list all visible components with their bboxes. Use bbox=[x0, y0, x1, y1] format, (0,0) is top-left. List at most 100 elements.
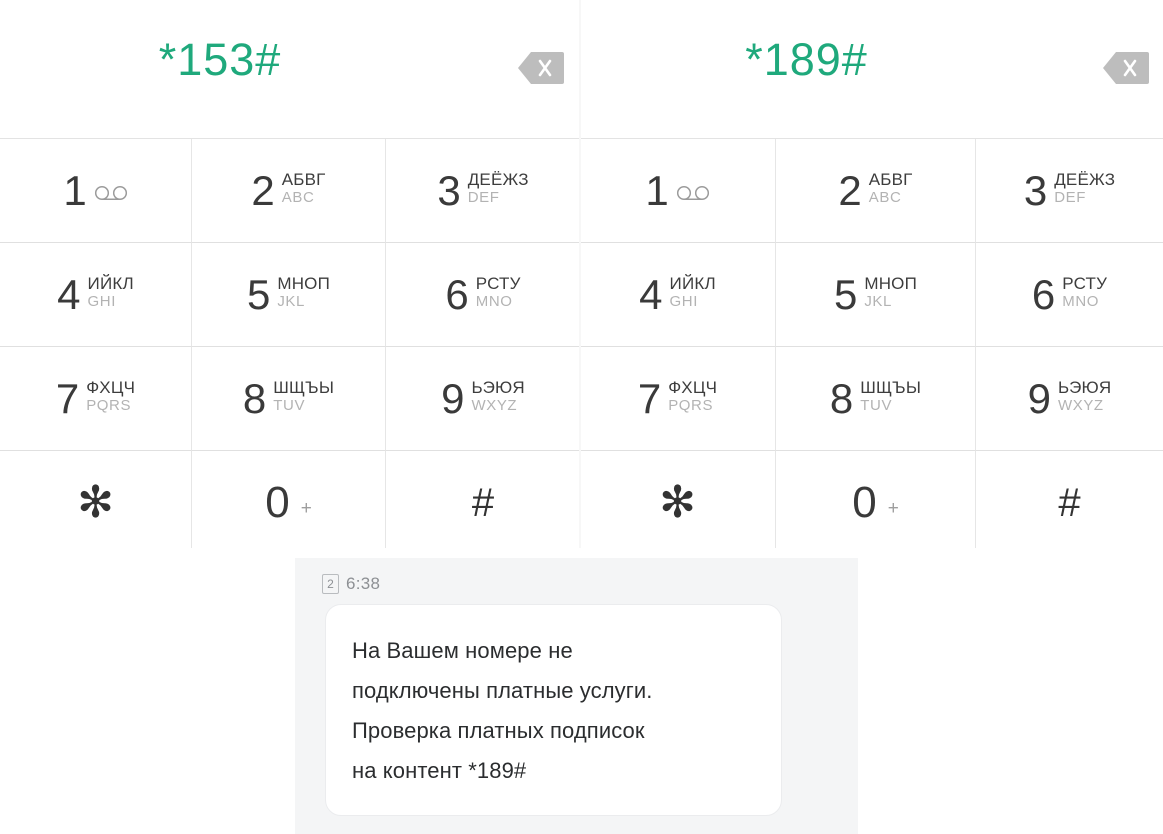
key-content: # bbox=[472, 480, 494, 526]
key-content: 9 ЬЭЮЯ WXYZ bbox=[441, 375, 525, 423]
key-6[interactable]: 6 РСТУ MNO bbox=[386, 243, 580, 347]
key-latin-letters: GHI bbox=[669, 293, 698, 311]
key-digit-label: 3 bbox=[1023, 166, 1048, 214]
key-2[interactable]: 2 АБВГ ABC bbox=[192, 139, 386, 243]
key-digit-label: 3 bbox=[437, 166, 461, 214]
key-digit-label: 8 bbox=[829, 374, 854, 422]
key-content: 8 ШЩЪЫ TUV bbox=[830, 375, 921, 423]
key-content: 4 ИЙКЛ GHI bbox=[57, 271, 134, 319]
sim-slot-badge: 2 bbox=[322, 574, 339, 594]
key-digit-label: 1 bbox=[645, 166, 669, 214]
key-digit-label: 9 bbox=[441, 374, 465, 422]
key-content: 5 МНОП JKL bbox=[834, 271, 917, 319]
key-letters: ИЙКЛ GHI bbox=[88, 271, 134, 311]
key-6[interactable]: 6 РСТУ MNO bbox=[976, 243, 1163, 347]
key-0[interactable]: 0 + bbox=[192, 451, 386, 548]
key-3[interactable]: 3 ДЕЁЖЗ DEF bbox=[386, 139, 580, 243]
key-letters: АБВГ ABC bbox=[869, 167, 913, 207]
key-cyrillic-letters: ЬЭЮЯ bbox=[1057, 377, 1112, 397]
key-hash[interactable]: # bbox=[976, 451, 1163, 548]
key-letters: ЬЭЮЯ WXYZ bbox=[471, 375, 524, 415]
key-4[interactable]: 4 ИЙКЛ GHI bbox=[580, 243, 776, 347]
keypad-right: 1 2 АБВГ ABC 3 ДЕЁЖЗ DEF 4 ИЙКЛ GHI 5 МНОП JKL 6 РСТУ M… bbox=[580, 138, 1163, 548]
key-digit-label: 5 bbox=[246, 270, 271, 318]
key-content: 9 ЬЭЮЯ WXYZ bbox=[1028, 375, 1112, 423]
key-cyrillic-letters: АБВГ bbox=[281, 169, 326, 189]
key-digit-label: 4 bbox=[57, 270, 81, 318]
key-content: 0 + bbox=[852, 479, 899, 527]
key-latin-letters: PQRS bbox=[668, 397, 714, 415]
key-digit-label: ✻ bbox=[77, 478, 114, 527]
key-latin-letters: MNO bbox=[475, 293, 513, 311]
key-cyrillic-letters: ШЩЪЫ bbox=[860, 377, 922, 397]
backspace-button-left[interactable] bbox=[518, 50, 564, 86]
key-content: 4 ИЙКЛ GHI bbox=[639, 271, 716, 319]
key-cyrillic-letters: ШЩЪЫ bbox=[273, 377, 335, 397]
key-content: 3 ДЕЁЖЗ DEF bbox=[1024, 167, 1115, 215]
key-latin-letters: WXYZ bbox=[471, 397, 518, 415]
key-8[interactable]: 8 ШЩЪЫ TUV bbox=[776, 347, 976, 451]
sms-timestamp: 6:38 bbox=[346, 574, 381, 593]
key-digit-label: 2 bbox=[251, 166, 275, 214]
key-letters: ЬЭЮЯ WXYZ bbox=[1058, 375, 1111, 415]
key-content: ✻ bbox=[659, 480, 696, 526]
key-cyrillic-letters: АБВГ bbox=[868, 169, 913, 189]
plus-sign-icon: + bbox=[300, 498, 312, 519]
key-7[interactable]: 7 ФХЦЧ PQRS bbox=[580, 347, 776, 451]
key-5[interactable]: 5 МНОП JKL bbox=[776, 243, 976, 347]
key-digit-label: 8 bbox=[242, 374, 267, 422]
key-cyrillic-letters: ИЙКЛ bbox=[669, 273, 716, 293]
key-digit-label: 7 bbox=[637, 374, 662, 422]
dialed-code-display-left[interactable]: *153# bbox=[0, 32, 440, 88]
key-latin-letters: ABC bbox=[868, 189, 902, 207]
key-2[interactable]: 2 АБВГ ABC bbox=[776, 139, 976, 243]
key-latin-letters: TUV bbox=[860, 397, 893, 415]
key-8[interactable]: 8 ШЩЪЫ TUV bbox=[192, 347, 386, 451]
key-cyrillic-letters: РСТУ bbox=[1062, 273, 1108, 293]
key-cyrillic-letters: ДЕЁЖЗ bbox=[467, 169, 529, 189]
key-letters: ФХЦЧ PQRS bbox=[86, 375, 135, 415]
key-1[interactable]: 1 bbox=[0, 139, 192, 243]
key-content: 3 ДЕЁЖЗ DEF bbox=[437, 167, 528, 215]
key-7[interactable]: 7 ФХЦЧ PQRS bbox=[0, 347, 192, 451]
key-hash[interactable]: # bbox=[386, 451, 580, 548]
key-letters: РСТУ MNO bbox=[1062, 271, 1107, 311]
key-cyrillic-letters: ДЕЁЖЗ bbox=[1054, 169, 1116, 189]
dialed-code-display-right[interactable]: *189# bbox=[600, 32, 1013, 88]
key-content: 0 + bbox=[265, 479, 312, 527]
key-digit-label: 0 bbox=[265, 478, 290, 527]
key-latin-letters: TUV bbox=[273, 397, 306, 415]
key-digit-label: 9 bbox=[1027, 374, 1051, 422]
key-4[interactable]: 4 ИЙКЛ GHI bbox=[0, 243, 192, 347]
key-latin-letters: PQRS bbox=[86, 397, 132, 415]
plus-sign-icon: + bbox=[887, 498, 899, 519]
key-star[interactable]: ✻ bbox=[580, 451, 776, 548]
key-0[interactable]: 0 + bbox=[776, 451, 976, 548]
key-letters: ДЕЁЖЗ DEF bbox=[1054, 167, 1115, 207]
key-latin-letters: MNO bbox=[1062, 293, 1100, 311]
key-9[interactable]: 9 ЬЭЮЯ WXYZ bbox=[976, 347, 1163, 451]
key-letters: МНОП JKL bbox=[277, 271, 330, 311]
key-9[interactable]: 9 ЬЭЮЯ WXYZ bbox=[386, 347, 580, 451]
dialer-panel-right: *189# 1 2 АБВГ ABC 3 ДЕЁЖЗ DEF 4 ИЙКЛ GHI 5 МНОП JKL… bbox=[580, 0, 1163, 548]
key-3[interactable]: 3 ДЕЁЖЗ DEF bbox=[976, 139, 1163, 243]
key-letters: ШЩЪЫ TUV bbox=[860, 375, 921, 415]
key-letters: АБВГ ABC bbox=[282, 167, 326, 207]
key-letters: ИЙКЛ GHI bbox=[670, 271, 716, 311]
key-cyrillic-letters: МНОП bbox=[277, 273, 331, 293]
key-content: 2 АБВГ ABC bbox=[838, 167, 912, 215]
keypad-left: 1 2 АБВГ ABC 3 ДЕЁЖЗ DEF 4 ИЙКЛ GHI 5 МНОП JKL 6 РСТУ M… bbox=[0, 138, 580, 548]
panel-divider-seam bbox=[579, 0, 581, 548]
key-5[interactable]: 5 МНОП JKL bbox=[192, 243, 386, 347]
key-digit-label: 5 bbox=[833, 270, 858, 318]
key-latin-letters: JKL bbox=[864, 293, 892, 311]
key-content: ✻ bbox=[77, 480, 114, 526]
backspace-button-right[interactable] bbox=[1103, 50, 1149, 86]
key-latin-letters: WXYZ bbox=[1057, 397, 1104, 415]
key-content: 1 bbox=[645, 167, 709, 215]
sms-message-bubble[interactable]: На Вашем номере не подключены платные ус… bbox=[325, 604, 782, 816]
key-content: 7 ФХЦЧ PQRS bbox=[638, 375, 717, 423]
key-star[interactable]: ✻ bbox=[0, 451, 192, 548]
key-digit-label: 6 bbox=[1031, 270, 1056, 318]
key-1[interactable]: 1 bbox=[580, 139, 776, 243]
